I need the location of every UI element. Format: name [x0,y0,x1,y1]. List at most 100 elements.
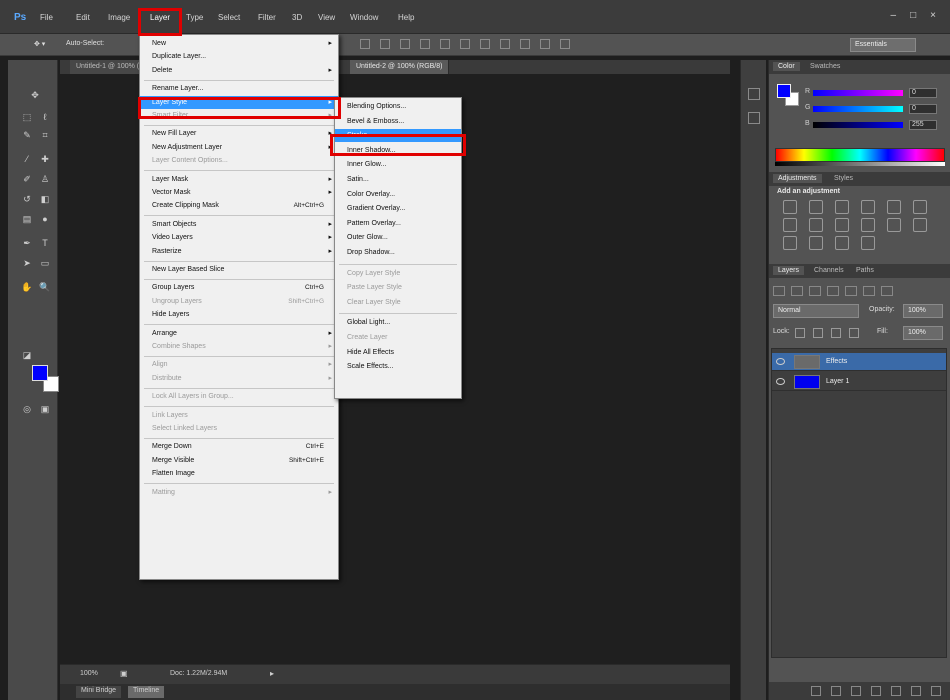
lock-pixels-icon[interactable] [813,328,823,338]
default-colors-icon[interactable]: ◪ [20,348,34,362]
tab-layers[interactable]: Layers [773,266,805,275]
new-adjustment-icon[interactable] [871,686,881,696]
tab-paths[interactable]: Paths [851,266,879,275]
lock-all-icon[interactable] [849,328,859,338]
blend-mode-select[interactable]: Normal [773,304,859,318]
menu-image[interactable]: Image [108,13,130,22]
visibility-eye-icon[interactable] [776,378,785,385]
black-white-icon[interactable] [809,218,823,232]
delete-layer-icon[interactable] [931,686,941,696]
menu-select[interactable]: Select [218,13,240,22]
lasso-tool-icon[interactable]: ℓ [38,110,52,124]
menu-item[interactable]: Color Overlay... [335,188,461,201]
distribute-icon[interactable] [520,39,530,49]
menu-layer[interactable]: Layer [150,13,170,22]
align-center-icon[interactable] [440,39,450,49]
align-bottom-icon[interactable] [400,39,410,49]
curves-icon[interactable] [835,200,849,214]
r-slider[interactable] [813,90,903,96]
menu-item[interactable]: Stroke... [335,129,461,143]
menu-item[interactable]: Rasterize ▸ [140,245,338,258]
3d-mode-icon[interactable] [540,39,550,49]
quick-mask-icon[interactable]: ◎ [20,402,34,416]
menu-item[interactable]: Delete ▸ [140,64,338,77]
healing-brush-icon[interactable]: ✚ [38,152,52,166]
photo-filter-icon[interactable] [835,218,849,232]
g-value[interactable]: 0 [909,104,937,114]
menu-item[interactable]: New Adjustment Layer ▸ [140,141,338,154]
pen-tool-icon[interactable]: ✒ [20,236,34,250]
menu-type[interactable]: Type [186,13,203,22]
move-tool-icon[interactable]: ✥ ▾ [34,40,45,48]
menu-item[interactable]: Layer Style ▸ [140,95,338,109]
levels-icon[interactable] [809,200,823,214]
align-middle-icon[interactable] [380,39,390,49]
filter-shape-icon[interactable] [845,286,857,296]
distribute-icon[interactable] [500,39,510,49]
b-slider[interactable] [813,122,903,128]
filter-adjustment-icon[interactable] [809,286,821,296]
tab-color[interactable]: Color [773,62,800,71]
panel-foreground-swatch[interactable] [777,84,791,98]
lock-transparency-icon[interactable] [795,328,805,338]
tab-adjustments[interactable]: Adjustments [773,174,822,183]
zoom-level[interactable]: 100% [80,670,98,677]
vibrance-icon[interactable] [887,200,901,214]
tab-swatches[interactable]: Swatches [805,62,845,71]
tab-styles[interactable]: Styles [829,174,858,183]
menu-item[interactable]: New ▸ [140,37,338,50]
menu-help[interactable]: Help [398,13,414,22]
new-layer-icon[interactable] [911,686,921,696]
auto-select-label[interactable]: Auto-Select: [66,40,104,47]
align-right-icon[interactable] [460,39,470,49]
shape-tool-icon[interactable]: ▭ [38,256,52,270]
menu-item[interactable]: Hide Layers [140,308,338,321]
menu-item[interactable]: Video Layers ▸ [140,231,338,244]
move-tool-icon[interactable]: ✥ [28,88,42,102]
hand-tool-icon[interactable]: ✋ [20,280,34,294]
layer-name[interactable]: Layer 1 [826,378,849,385]
menu-item[interactable]: Inner Shadow... [335,144,461,157]
tab-mini-bridge[interactable]: Mini Bridge [76,686,122,698]
gradient-map-icon[interactable] [861,236,875,250]
menu-item[interactable]: Rename Layer... [140,82,338,95]
menu-file[interactable]: File [40,13,53,22]
menu-window[interactable]: Window [350,13,378,22]
filter-type-icon[interactable] [827,286,839,296]
menu-item[interactable]: Drop Shadow... [335,246,461,259]
menu-filter[interactable]: Filter [258,13,276,22]
clone-stamp-icon[interactable]: ♙ [38,172,52,186]
properties-panel-icon[interactable] [748,112,760,124]
exposure-icon[interactable] [861,200,875,214]
menu-item[interactable]: Inner Glow... [335,158,461,171]
align-top-icon[interactable] [360,39,370,49]
r-value[interactable]: 0 [909,88,937,98]
grayscale-ramp[interactable] [775,162,945,166]
link-layers-icon[interactable] [811,686,821,696]
distribute-icon[interactable] [480,39,490,49]
document-tab[interactable]: Untitled-2 @ 100% (RGB/8) [350,60,450,74]
menu-item[interactable]: Merge Down Ctrl+E [140,440,338,453]
channel-mixer-icon[interactable] [861,218,875,232]
gradient-tool-icon[interactable]: ▤ [20,212,34,226]
filter-kind-icon[interactable] [773,286,785,296]
layer-row[interactable]: Effects [772,353,946,371]
color-balance-icon[interactable] [783,218,797,232]
filter-smart-object-icon[interactable] [863,286,875,296]
hue-saturation-icon[interactable] [913,200,927,214]
screen-mode-icon[interactable]: ▣ [38,402,52,416]
opacity-input[interactable]: 100% [903,304,943,318]
menu-item[interactable]: Merge Visible Shift+Ctrl+E [140,454,338,467]
menu-item[interactable]: Gradient Overlay... [335,202,461,215]
eyedropper-icon[interactable]: ⁄ [20,152,34,166]
crop-tool-icon[interactable]: ⌗ [38,128,52,142]
history-panel-icon[interactable] [748,88,760,100]
tab-timeline[interactable]: Timeline [128,686,165,698]
close-icon[interactable]: × [930,10,936,21]
fill-input[interactable]: 100% [903,326,943,340]
invert-icon[interactable] [913,218,927,232]
visibility-eye-icon[interactable] [776,358,785,365]
foreground-color-swatch[interactable] [32,365,48,381]
status-menu-arrow-icon[interactable]: ▸ [270,669,274,678]
menu-item[interactable]: Hide All Effects [335,346,461,359]
